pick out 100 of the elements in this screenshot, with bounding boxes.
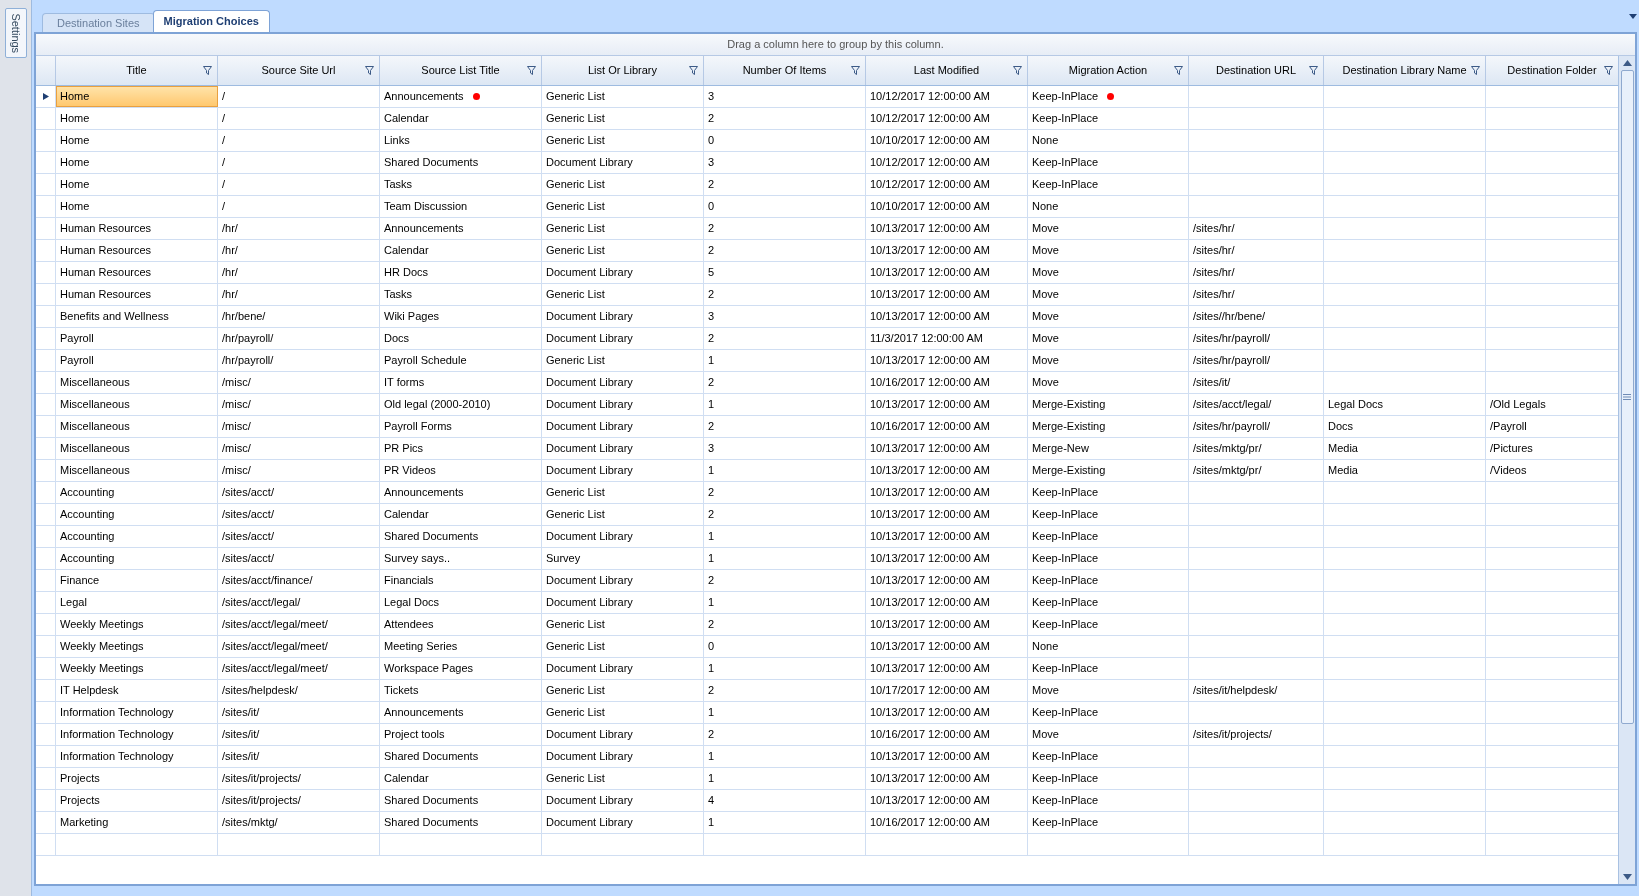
table-cell-text: /sites/hr/payroll/	[1193, 331, 1271, 347]
table-cell-text: Information Technology	[60, 705, 174, 721]
scroll-thumb[interactable]	[1620, 70, 1634, 724]
table-cell-text: Information Technology	[60, 749, 174, 765]
table-cell-text: 10/13/2017 12:00:00 AM	[870, 573, 990, 589]
filter-icon[interactable]	[1309, 66, 1318, 75]
table-cell-text: Shared Documents	[384, 749, 479, 765]
table-cell-text: Generic List	[546, 353, 605, 369]
table-cell-text: 1	[708, 815, 715, 831]
table-cell-text: Keep-InPlace	[1032, 155, 1099, 171]
table-cell-text: Legal	[60, 595, 87, 611]
table-cell-text: Media	[1328, 463, 1358, 479]
table-cell-text: /misc/	[222, 375, 251, 391]
table-cell-text: Move	[1032, 287, 1059, 303]
table-cell-text: Calendar	[384, 771, 429, 787]
table-cell-text: /sites/it/projects/	[1193, 727, 1272, 743]
table-cell-text: Document Library	[546, 375, 633, 391]
table-cell-text: Generic List	[546, 133, 605, 149]
table-cell-text: Document Library	[546, 573, 633, 589]
table-cell-text: Move	[1032, 375, 1059, 391]
table-cell-text: /	[222, 133, 226, 149]
column-header[interactable]: Title	[56, 56, 218, 85]
table-cell-text: Keep-InPlace	[1032, 177, 1099, 193]
table-cell-text: /sites/acct/legal/	[1193, 397, 1272, 413]
vertical-scrollbar[interactable]	[1618, 56, 1635, 884]
table-cell-text: Shared Documents	[384, 815, 479, 831]
filter-icon[interactable]	[527, 66, 536, 75]
table-cell-text: Miscellaneous	[60, 419, 130, 435]
table-cell-text: 1	[708, 551, 715, 567]
table-cell-text: 10/13/2017 12:00:00 AM	[870, 265, 990, 281]
table-cell-text: Move	[1032, 243, 1059, 259]
table-cell-text: /sites/hr/payroll/	[1193, 353, 1271, 369]
table-cell-text: None	[1032, 639, 1059, 655]
table-cell-text: 10/13/2017 12:00:00 AM	[870, 309, 990, 325]
table-cell-text: 10/13/2017 12:00:00 AM	[870, 243, 990, 259]
column-header[interactable]: Destination URL	[1189, 56, 1324, 85]
scroll-up-icon[interactable]	[1622, 60, 1632, 66]
table-cell-text: 0	[708, 133, 715, 149]
filter-icon[interactable]	[1471, 66, 1480, 75]
column-header[interactable]: List Or Library	[542, 56, 704, 85]
table-cell-text: /	[222, 155, 226, 171]
table-cell-text: Meeting Series	[384, 639, 458, 655]
table-cell-text: Document Library	[546, 331, 633, 347]
column-header[interactable]: Number Of Items	[704, 56, 866, 85]
table-cell-text: 10/12/2017 12:00:00 AM	[870, 89, 990, 105]
table-cell-text: 5	[708, 265, 715, 281]
table-cell-text: /sites/acct/	[222, 551, 274, 567]
table-cell-text: 10/13/2017 12:00:00 AM	[870, 771, 990, 787]
table-cell-text: IT forms	[384, 375, 425, 391]
table-cell-text: /	[222, 111, 226, 127]
table-cell-text: 10/16/2017 12:00:00 AM	[870, 375, 990, 391]
table-cell-text: /Videos	[1490, 463, 1527, 479]
table-cell-text: Home	[60, 177, 90, 193]
filter-icon[interactable]	[1174, 66, 1183, 75]
table-cell-text: 10/13/2017 12:00:00 AM	[870, 221, 990, 237]
table-cell-text: Generic List	[546, 683, 605, 699]
scroll-down-icon[interactable]	[1622, 874, 1632, 880]
table-cell-text: Human Resources	[60, 287, 152, 303]
column-header[interactable]: Last Modified	[866, 56, 1028, 85]
filter-icon[interactable]	[203, 66, 212, 75]
table-cell-text: /sites/hr/payroll/	[1193, 419, 1271, 435]
table-cell-text: /sites/hr/	[1193, 287, 1235, 303]
table-cell-text: /sites/acct/	[222, 507, 274, 523]
filter-icon[interactable]	[851, 66, 860, 75]
column-header[interactable]: Source List Title	[380, 56, 542, 85]
table-cell-text: /sites/it/	[222, 705, 260, 721]
filter-icon[interactable]	[1604, 66, 1613, 75]
table-cell-text: Announcements	[384, 705, 464, 721]
table-cell-text: Keep-InPlace	[1032, 705, 1099, 721]
table-cell-text: 10/10/2017 12:00:00 AM	[870, 133, 990, 149]
table-cell-text: Tasks	[384, 287, 413, 303]
table-cell-text: Shared Documents	[384, 529, 479, 545]
table-cell-text: /	[222, 199, 226, 215]
table-cell-text: Payroll	[60, 331, 94, 347]
tab[interactable]: Migration Choices	[152, 10, 270, 32]
filter-icon[interactable]	[689, 66, 698, 75]
table-cell-text: Legal Docs	[384, 595, 440, 611]
table-cell-text: Attendees	[384, 617, 434, 633]
column-header[interactable]: Destination Library Name	[1324, 56, 1486, 85]
group-by-panel[interactable]: Drag a column here to group by this column.	[36, 34, 1635, 56]
filter-icon[interactable]	[1013, 66, 1022, 75]
table-cell-text: 10/13/2017 12:00:00 AM	[870, 441, 990, 457]
current-row-icon	[42, 93, 49, 100]
column-header[interactable]: Migration Action	[1028, 56, 1189, 85]
table-cell-text: Payroll	[60, 353, 94, 369]
table-cell-text: 3	[708, 89, 715, 105]
filter-icon[interactable]	[365, 66, 374, 75]
table-cell-text: 2	[708, 177, 715, 193]
table-cell-text: /hr/payroll/	[222, 331, 274, 347]
table-cell-text: 2	[708, 287, 715, 303]
table-cell-text: 1	[708, 771, 715, 787]
column-header[interactable]: Source Site Url	[218, 56, 380, 85]
table-cell-text: Calendar	[384, 507, 429, 523]
column-header[interactable]: Destination Folder	[1486, 56, 1618, 85]
table-cell-text: /sites/it/projects/	[222, 793, 301, 809]
table-cell-text: Weekly Meetings	[60, 639, 144, 655]
table-cell-text: Generic List	[546, 507, 605, 523]
table-cell-text: 2	[708, 683, 715, 699]
settings-tab[interactable]: Settings	[4, 8, 27, 58]
dropdown-caret-icon[interactable]	[1629, 14, 1637, 19]
